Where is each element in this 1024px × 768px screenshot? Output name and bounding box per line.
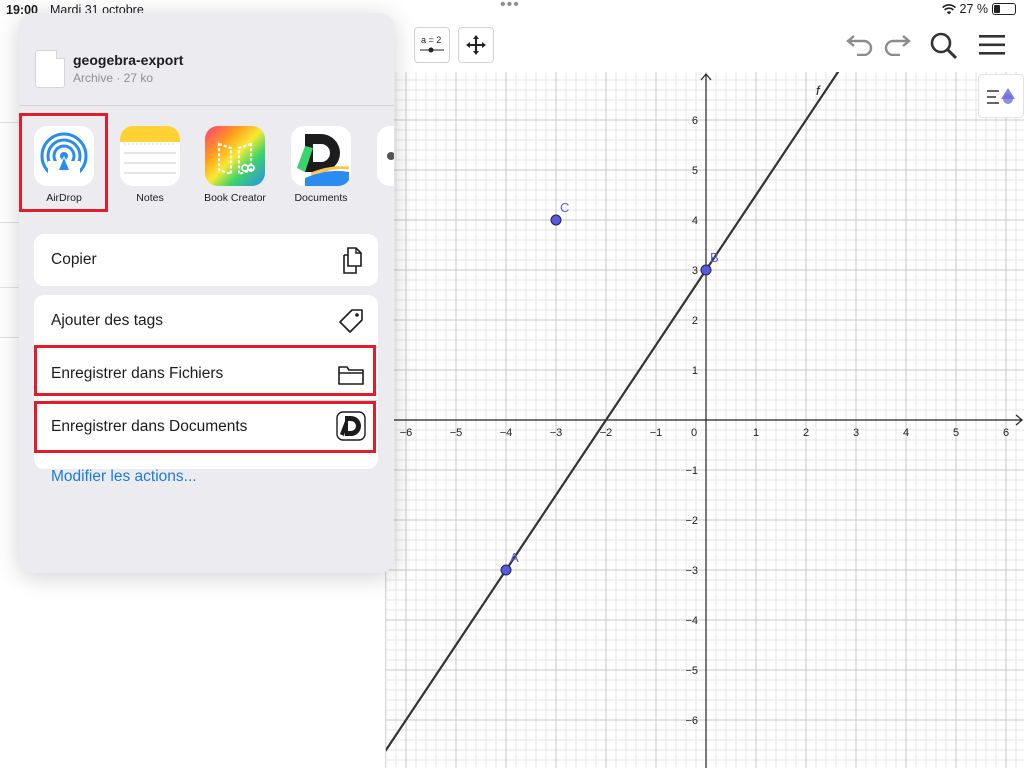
action-add-tags-label: Ajouter des tags [51, 312, 164, 329]
y-tick-label: −1 [685, 465, 698, 477]
point-c [550, 214, 562, 226]
x-tick-label: 2 [803, 427, 809, 439]
action-add-tags[interactable]: Ajouter des tags [34, 295, 378, 347]
x-tick-label: −2 [600, 427, 613, 439]
x-tick-label: 1 [753, 427, 759, 439]
multitasking-dots-icon[interactable]: ••• [500, 0, 520, 14]
battery-percent: 27 % [959, 2, 989, 16]
app-documents[interactable]: Documents [291, 126, 351, 204]
app-label-book-creator: Book Creator [204, 192, 266, 204]
app-notes[interactable]: Notes [120, 126, 180, 204]
x-tick-label: −4 [500, 427, 513, 439]
redo-icon[interactable] [882, 30, 912, 56]
x-tick-label: 0 [691, 427, 697, 439]
share-sheet: geogebra-export Archive · 27 ko AirDrop [19, 13, 394, 573]
style-bar-toggle[interactable] [978, 74, 1024, 118]
slider-icon: a = 2 [420, 35, 444, 53]
menu-icon[interactable] [978, 33, 1006, 57]
y-tick-label: 2 [692, 315, 698, 327]
highlight-save-to-files [34, 345, 376, 396]
y-tick-label: 4 [692, 215, 698, 227]
style-bar-icon [987, 88, 1015, 104]
graph-canvas[interactable]: −6 −5 −4 −3 −2 −1 0 1 2 3 4 5 6654321−1−2−3−4−5−6fAB… [386, 72, 1024, 768]
x-tick-label: −1 [650, 427, 663, 439]
point-label-b: B [710, 250, 719, 265]
share-sheet-header: geogebra-export Archive · 27 ko [19, 13, 394, 106]
highlight-save-to-documents [34, 401, 376, 453]
action-group-copy: Copier [34, 234, 378, 286]
file-icon [35, 50, 65, 88]
point-a [500, 564, 512, 576]
y-tick-label: 6 [692, 115, 698, 127]
undo-icon[interactable] [845, 30, 875, 56]
file-meta: Archive · 27 ko [73, 71, 154, 85]
y-tick-label: −2 [685, 515, 698, 527]
app-book-creator[interactable]: Book Creator [204, 126, 266, 204]
app-label-notes: Notes [136, 192, 164, 204]
highlight-airdrop [19, 113, 108, 212]
modify-actions-link[interactable]: Modifier les actions... [51, 468, 197, 486]
y-tick-label: 3 [692, 265, 698, 277]
app-label-documents: Documents [294, 192, 348, 204]
search-icon[interactable] [929, 31, 959, 61]
y-tick-label: 5 [692, 165, 698, 177]
battery-icon [992, 3, 1016, 15]
move-view-tool-button[interactable] [458, 27, 494, 63]
copy-icon [343, 247, 362, 274]
point-b [700, 264, 712, 276]
action-copy-label: Copier [51, 251, 97, 268]
more-apps-icon [377, 126, 394, 186]
app-more-partial[interactable] [377, 126, 394, 186]
tag-icon [339, 309, 363, 333]
x-tick-label: −3 [550, 427, 563, 439]
x-tick-label: −6 [400, 427, 413, 439]
slider-tool-button[interactable]: a = 2 [414, 27, 450, 63]
y-tick-label: −4 [685, 615, 698, 627]
point-label-a: A [510, 550, 519, 565]
x-tick-label: 3 [853, 427, 859, 439]
svg-text:a = 2: a = 2 [421, 35, 441, 45]
x-tick-label: 5 [953, 427, 959, 439]
file-name: geogebra-export [73, 52, 184, 68]
y-tick-label: −5 [685, 665, 698, 677]
point-label-c: C [560, 200, 569, 215]
action-copy[interactable]: Copier [34, 234, 378, 286]
book-creator-icon [205, 126, 265, 186]
move-view-icon [466, 35, 486, 55]
wifi-icon [941, 3, 956, 14]
graphics-view[interactable]: −6 −5 −4 −3 −2 −1 0 1 2 3 4 5 6 6 5 4 3 2 1 −1 −2 −3 −4 −5 −6 f A B… [386, 72, 1024, 768]
notes-icon [120, 126, 180, 186]
x-tick-label: 4 [903, 427, 909, 439]
x-tick-label: 6 [1003, 427, 1009, 439]
y-tick-label: −6 [685, 715, 698, 727]
x-tick-label: −5 [450, 427, 463, 439]
documents-icon [291, 126, 351, 186]
y-tick-label: 1 [692, 365, 698, 377]
status-right: 27 % [941, 2, 1016, 16]
y-tick-label: −3 [685, 565, 698, 577]
